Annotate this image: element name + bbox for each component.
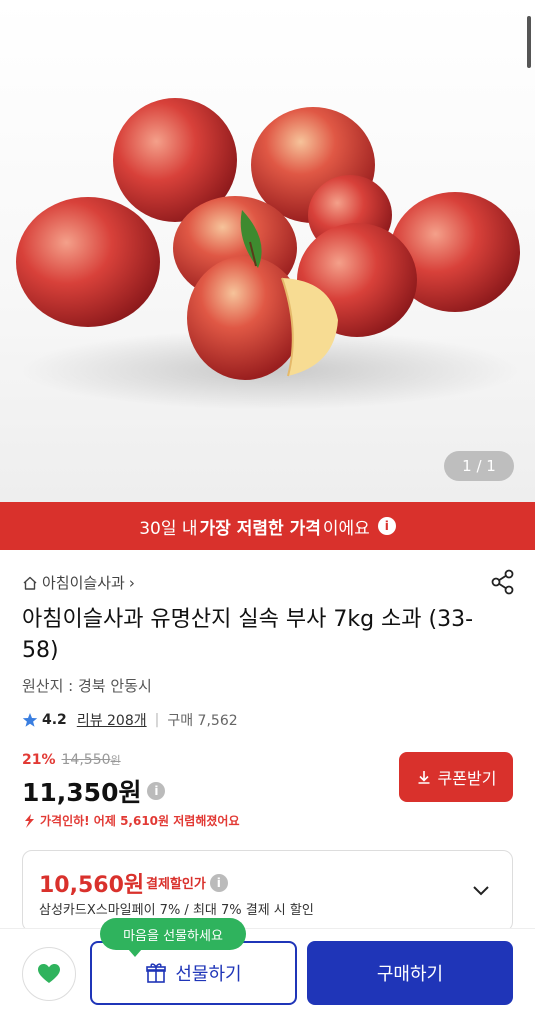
discount-rate: 21% xyxy=(22,752,56,768)
wishlist-button[interactable] xyxy=(22,947,76,1001)
payment-discount-price: 10,560원 xyxy=(39,873,145,898)
product-title: 아침이슬사과 유명산지 실속 부사 7kg 소과 (33-58) xyxy=(22,607,474,663)
heart-icon xyxy=(38,964,60,983)
home-icon xyxy=(23,576,37,590)
breadcrumb[interactable]: 아침이슬사과 › xyxy=(22,572,135,593)
price-row: 11,350원 i xyxy=(22,773,166,809)
gift-label: 선물하기 xyxy=(175,964,242,985)
apples-illustration xyxy=(16,98,520,410)
buy-button[interactable]: 구매하기 xyxy=(307,941,513,1005)
banner-prefix: 30일 내 xyxy=(139,518,198,539)
bottom-action-bar: 선물하기 구매하기 xyxy=(0,928,535,1024)
price-info-icon[interactable]: i xyxy=(147,782,166,800)
scrollbar[interactable] xyxy=(527,16,531,68)
price-drop-note: 가격인하! 어제 5,610원 저렴해졌어요 xyxy=(22,812,239,829)
info-icon[interactable]: i xyxy=(377,517,396,535)
buy-label: 구매하기 xyxy=(376,964,444,985)
sale-price: 11,350원 xyxy=(22,778,142,807)
product-origin: 원산지 : 경북 안동시 xyxy=(22,677,152,695)
rating-row: 4.2 리뷰 208개 | 구매 7,562 xyxy=(22,710,238,730)
lowest-price-banner: 30일 내 가장 저렴한 가격 이에요 i xyxy=(0,502,535,550)
share-icon[interactable] xyxy=(489,568,517,596)
gift-button[interactable]: 선물하기 xyxy=(90,941,297,1005)
payment-discount-box[interactable]: 10,560원 결제할인가 i 삼성카드X스마일페이 7% / 최대 7% 결제… xyxy=(22,850,513,932)
banner-suffix: 이에요 xyxy=(322,518,370,539)
gift-tooltip: 마음을 선물하세요 xyxy=(100,918,246,957)
store-name[interactable]: 아침이슬사과 xyxy=(42,572,125,593)
gift-icon xyxy=(146,963,167,983)
discount-row: 21% 14,550원 xyxy=(22,752,121,768)
price-drop-text: 가격인하! 어제 5,610원 저렴해졌어요 xyxy=(40,814,240,828)
chevron-down-icon[interactable] xyxy=(470,879,492,901)
rating-score: 4.2 xyxy=(42,712,67,728)
star-icon xyxy=(22,713,38,727)
download-icon xyxy=(418,771,430,784)
price-drop-arrow-icon xyxy=(25,813,34,828)
banner-highlight: 가장 저렴한 가격 xyxy=(199,518,321,539)
reviews-link[interactable]: 리뷰 208개 xyxy=(77,710,147,730)
payment-discount-desc: 삼성카드X스마일페이 7% / 최대 7% 결제 시 할인 xyxy=(39,903,314,918)
coupon-button[interactable]: 쿠폰받기 xyxy=(399,752,513,802)
purchase-count: 구매 7,562 xyxy=(167,713,238,729)
payment-discount-label: 결제할인가 i xyxy=(146,873,228,892)
separator: | xyxy=(154,712,160,728)
coupon-label: 쿠폰받기 xyxy=(437,769,497,788)
image-pager: 1 / 1 xyxy=(444,451,514,481)
product-image[interactable]: 1 / 1 xyxy=(0,0,535,502)
original-price: 14,550원 xyxy=(61,752,121,768)
payment-info-icon[interactable]: i xyxy=(209,873,228,892)
chevron-right-icon: › xyxy=(128,573,135,592)
